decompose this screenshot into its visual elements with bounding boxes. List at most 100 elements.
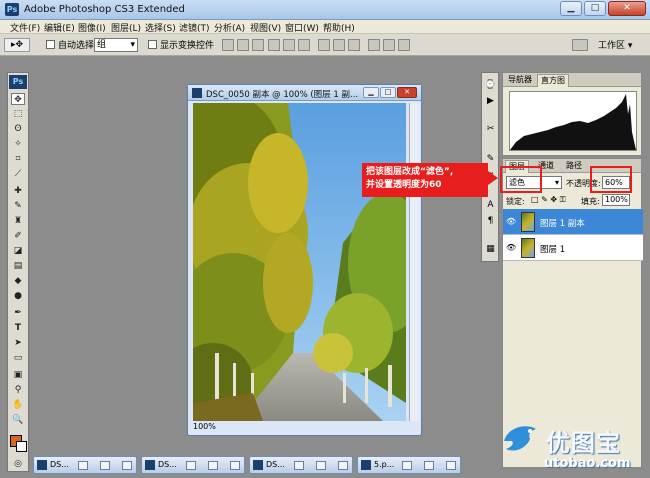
document-ps-icon (192, 88, 202, 98)
tab-histogram[interactable]: 直方图 (537, 74, 569, 87)
blur-tool-icon[interactable]: ◆ (11, 275, 25, 287)
tab-paths[interactable]: 路径 (563, 160, 585, 171)
eraser-tool-icon[interactable]: ◪ (11, 245, 25, 257)
visibility-eye-icon[interactable]: 👁 (506, 243, 516, 253)
menu-image[interactable]: 图像(I) (78, 21, 106, 34)
restore-icon[interactable] (186, 461, 196, 470)
pen-tool-icon[interactable]: ✒ (11, 307, 25, 319)
magic-wand-tool-icon[interactable]: ✧ (11, 138, 25, 150)
workspace-menu[interactable]: 工作区 ▾ (598, 38, 632, 51)
menu-filter[interactable]: 滤镜(T) (179, 21, 210, 34)
clone-stamp-tool-icon[interactable]: ♜ (11, 215, 25, 227)
layer-comps-icon[interactable]: ▦ (484, 243, 497, 256)
restore-icon[interactable] (78, 461, 88, 470)
menu-layer[interactable]: 图层(L) (111, 21, 141, 34)
menu-edit[interactable]: 编辑(E) (44, 21, 75, 34)
document-window[interactable]: DSC_0050 副本 @ 100% (图层 1 副... ▁ □ ✕ 100% (187, 84, 422, 436)
history-panel-icon[interactable]: ⌚ (484, 79, 497, 92)
maximize-button[interactable]: □ (584, 1, 606, 16)
document-vertical-scrollbar[interactable] (409, 103, 419, 421)
maximize-icon[interactable] (100, 461, 110, 470)
align-hcenter-icon[interactable] (283, 39, 295, 51)
restore-icon[interactable] (294, 461, 304, 470)
tool-presets-icon[interactable]: ✂ (484, 123, 497, 136)
layer-name: 图层 1 (540, 245, 566, 255)
palette-well-icon[interactable] (572, 39, 588, 51)
close-icon[interactable] (122, 461, 132, 470)
align-bottom-icon[interactable] (252, 39, 264, 51)
layer-row-copy[interactable]: 👁 图层 1 副本 (503, 209, 643, 235)
move-tool-icon[interactable]: ✥ (11, 93, 25, 105)
histogram-icon (510, 94, 636, 150)
doc-close-button[interactable]: ✕ (397, 87, 417, 98)
fill-input[interactable]: 100% (602, 194, 630, 206)
close-icon[interactable] (230, 461, 240, 470)
hand-tool-icon[interactable]: ✋ (11, 399, 25, 411)
align-right-icon[interactable] (298, 39, 310, 51)
notes-tool-icon[interactable]: ▣ (11, 369, 25, 381)
distribute-hcenter-icon[interactable] (383, 39, 395, 51)
close-icon[interactable] (446, 461, 456, 470)
auto-select-checkbox[interactable] (46, 40, 55, 49)
align-vcenter-icon[interactable] (237, 39, 249, 51)
paragraph-panel-icon[interactable]: ¶ (484, 215, 497, 228)
restore-icon[interactable] (402, 461, 412, 470)
align-left-icon[interactable] (268, 39, 280, 51)
canvas-photo[interactable] (193, 103, 406, 421)
document-title: DSC_0050 副本 @ 100% (图层 1 副... (206, 90, 359, 100)
maximize-icon[interactable] (316, 461, 326, 470)
type-tool-icon[interactable]: T (11, 322, 25, 334)
minimize-button[interactable]: ▁ (560, 1, 582, 16)
background-color-swatch[interactable] (16, 441, 27, 452)
doc-ps-icon (37, 460, 47, 470)
brush-tool-icon[interactable]: ✎ (11, 200, 25, 212)
zoom-level[interactable]: 100% (193, 422, 216, 431)
close-icon[interactable] (338, 461, 348, 470)
show-transform-checkbox[interactable] (148, 40, 157, 49)
lasso-tool-icon[interactable]: ʘ (11, 123, 25, 135)
menu-view[interactable]: 视图(V) (250, 21, 281, 34)
layer-row-base[interactable]: 👁 图层 1 (503, 235, 643, 261)
doc-maximize-button[interactable]: □ (380, 87, 396, 98)
menu-file[interactable]: 文件(F) (10, 21, 40, 34)
auto-select-dropdown[interactable]: 组 (94, 38, 138, 52)
quick-mask-icon[interactable]: ◎ (11, 458, 25, 470)
marquee-tool-icon[interactable]: ⬚ (11, 108, 25, 120)
lock-icons[interactable]: □ ✎ ✥ ⚿ (531, 195, 566, 205)
minimized-doc-4[interactable]: 5.p... (357, 456, 461, 474)
character-panel-icon[interactable]: A (484, 199, 497, 212)
move-tool-preset-icon[interactable]: ▸✥ (4, 38, 30, 52)
maximize-icon[interactable] (208, 461, 218, 470)
menu-analysis[interactable]: 分析(A) (214, 21, 245, 34)
menu-help[interactable]: 帮助(H) (323, 21, 355, 34)
distribute-left-icon[interactable] (368, 39, 380, 51)
history-brush-tool-icon[interactable]: ✐ (11, 230, 25, 242)
minimized-doc-1[interactable]: DS... (33, 456, 137, 474)
slice-tool-icon[interactable]: ⟋ (11, 168, 25, 180)
distribute-vcenter-icon[interactable] (333, 39, 345, 51)
menu-window[interactable]: 窗口(W) (285, 21, 319, 34)
dodge-tool-icon[interactable]: ● (11, 290, 25, 302)
tab-navigator[interactable]: 导航器 (505, 74, 535, 85)
minimized-doc-2[interactable]: DS... (141, 456, 245, 474)
doc-minimize-button[interactable]: ▁ (363, 87, 379, 98)
distribute-right-icon[interactable] (398, 39, 410, 51)
actions-panel-icon[interactable]: ▶ (484, 95, 497, 108)
menu-select[interactable]: 选择(S) (145, 21, 176, 34)
visibility-eye-icon[interactable]: 👁 (506, 217, 516, 227)
eyedropper-tool-icon[interactable]: ⚲ (11, 384, 25, 396)
path-selection-tool-icon[interactable]: ➤ (11, 337, 25, 349)
healing-brush-tool-icon[interactable]: ✚ (11, 185, 25, 197)
maximize-icon[interactable] (424, 461, 434, 470)
close-button[interactable]: ✕ (608, 1, 646, 16)
autumn-road-photo (193, 103, 406, 421)
zoom-tool-icon[interactable]: 🔍 (11, 414, 25, 426)
document-titlebar[interactable]: DSC_0050 副本 @ 100% (图层 1 副... ▁ □ ✕ (188, 85, 421, 101)
distribute-bottom-icon[interactable] (348, 39, 360, 51)
align-top-icon[interactable] (222, 39, 234, 51)
crop-tool-icon[interactable]: ⌗ (11, 153, 25, 165)
shape-tool-icon[interactable]: ▭ (11, 352, 25, 364)
gradient-tool-icon[interactable]: ▤ (11, 260, 25, 272)
distribute-top-icon[interactable] (318, 39, 330, 51)
minimized-doc-3[interactable]: DS... (249, 456, 353, 474)
